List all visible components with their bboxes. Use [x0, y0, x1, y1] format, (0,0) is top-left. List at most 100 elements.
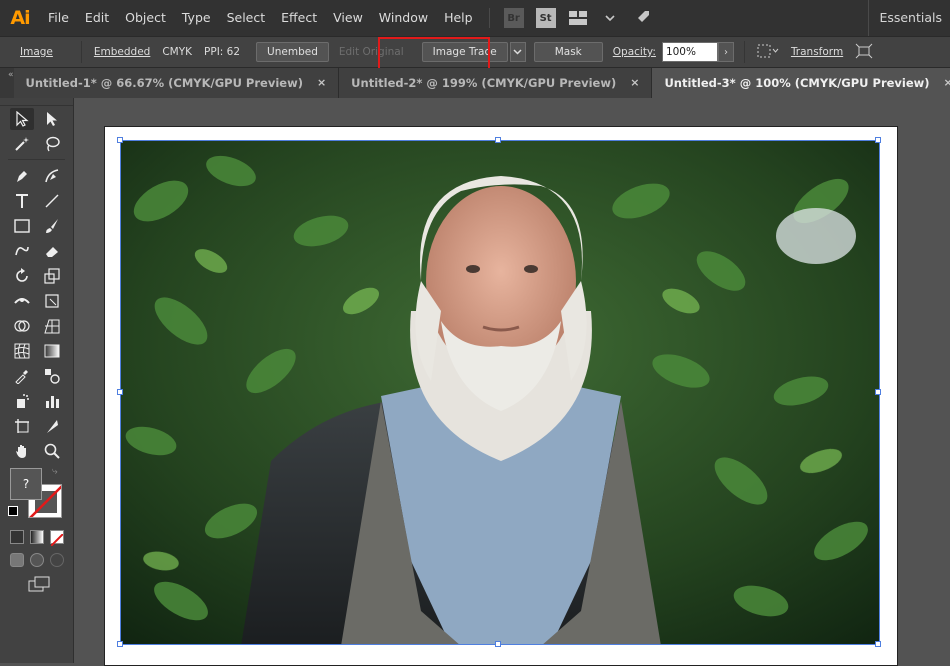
type-tool-icon[interactable] [10, 190, 34, 212]
object-type-label[interactable]: Image [0, 46, 59, 58]
blend-tool-icon[interactable] [40, 365, 64, 387]
menu-help[interactable]: Help [436, 0, 481, 36]
width-tool-icon[interactable] [10, 290, 34, 312]
document-tabs: « Untitled-1* @ 66.67% (CMYK/GPU Preview… [0, 68, 950, 98]
chevron-down-icon[interactable] [600, 8, 620, 28]
paintbrush-tool-icon[interactable] [40, 215, 64, 237]
app-logo: Ai [10, 7, 30, 29]
bounding-box-handle[interactable] [495, 641, 501, 647]
bounding-box-handle[interactable] [117, 641, 123, 647]
bounding-box-handle[interactable] [875, 641, 881, 647]
fill-stroke-control: ? ⤷ [8, 466, 68, 522]
gpu-performance-icon[interactable] [632, 8, 652, 28]
close-icon[interactable]: × [317, 68, 326, 98]
tab-label: Untitled-1* @ 66.67% (CMYK/GPU Preview) [25, 76, 303, 90]
none-icon[interactable] [50, 530, 64, 547]
line-segment-tool-icon[interactable] [40, 190, 64, 212]
color-icon[interactable] [10, 530, 24, 544]
column-graph-tool-icon[interactable] [40, 390, 64, 412]
shaper-tool-icon[interactable] [10, 240, 34, 262]
placed-image-portrait[interactable] [120, 140, 880, 645]
curvature-tool-icon[interactable] [40, 165, 64, 187]
unembed-button[interactable]: Unembed [256, 42, 329, 62]
magic-wand-tool-icon[interactable] [10, 133, 34, 155]
menu-select[interactable]: Select [219, 0, 274, 36]
canvas-area[interactable] [74, 98, 950, 666]
menu-view[interactable]: View [325, 0, 371, 36]
bounding-box-handle[interactable] [875, 389, 881, 395]
screen-mode-icon[interactable] [28, 576, 50, 596]
stock-icon[interactable]: St [535, 8, 556, 28]
bounding-box-handle[interactable] [117, 137, 123, 143]
tab-label: Untitled-2* @ 199% (CMYK/GPU Preview) [351, 76, 617, 90]
workspace-switcher[interactable]: Essentials [868, 0, 950, 36]
bounding-box-handle[interactable] [117, 389, 123, 395]
scale-tool-icon[interactable] [40, 265, 64, 287]
free-transform-tool-icon[interactable] [40, 290, 64, 312]
bounding-box-handle[interactable] [495, 137, 501, 143]
color-mode-row [10, 530, 64, 547]
menu-bar: Ai File Edit Object Type Select Effect V… [0, 0, 950, 36]
crop-frame-icon[interactable] [849, 43, 879, 62]
control-bar: Image Embedded CMYK PPI: 62 Unembed Edit… [0, 36, 950, 68]
tab-untitled-3[interactable]: Untitled-3* @ 100% (CMYK/GPU Preview) × [652, 68, 950, 98]
perspective-grid-tool-icon[interactable] [40, 315, 64, 337]
rectangle-tool-icon[interactable] [10, 215, 34, 237]
swap-fill-stroke-icon[interactable]: ⤷ [52, 466, 58, 477]
menu-file[interactable]: File [40, 0, 77, 36]
menu-effect[interactable]: Effect [273, 0, 325, 36]
opacity-input[interactable]: 100% [661, 42, 718, 62]
arrange-documents-icon[interactable] [568, 8, 588, 28]
direct-selection-tool-icon[interactable] [40, 108, 64, 130]
slice-tool-icon[interactable] [40, 415, 64, 437]
artboard-tool-icon[interactable] [10, 415, 34, 437]
hand-tool-icon[interactable] [10, 440, 34, 462]
embedded-label[interactable]: Embedded [88, 46, 156, 58]
mask-button[interactable]: Mask [533, 42, 603, 62]
tools-panel: ? ⤷ [0, 98, 74, 663]
menu-edit[interactable]: Edit [77, 0, 117, 36]
tab-untitled-1[interactable]: Untitled-1* @ 66.67% (CMYK/GPU Preview) … [13, 68, 340, 98]
eyedropper-tool-icon[interactable] [10, 365, 34, 387]
opacity-label[interactable]: Opacity: [607, 46, 662, 58]
draw-normal-icon[interactable] [10, 553, 24, 567]
draw-mode-row [10, 553, 64, 567]
default-fill-stroke-icon[interactable] [8, 506, 18, 516]
pen-tool-icon[interactable] [10, 165, 34, 187]
transform-link[interactable]: Transform [785, 46, 849, 58]
bridge-icon[interactable]: Br [503, 8, 524, 28]
rotate-tool-icon[interactable] [10, 265, 34, 287]
mesh-tool-icon[interactable] [10, 340, 34, 362]
gradient-icon[interactable] [30, 530, 44, 544]
portrait-photo [121, 141, 879, 644]
close-icon[interactable]: × [944, 68, 950, 98]
menu-window[interactable]: Window [371, 0, 436, 36]
align-select-icon[interactable] [751, 44, 785, 61]
menu-object[interactable]: Object [117, 0, 174, 36]
bounding-box-handle[interactable] [875, 137, 881, 143]
eraser-tool-icon[interactable] [40, 240, 64, 262]
shape-builder-tool-icon[interactable] [10, 315, 34, 337]
ppi-label: PPI: 62 [204, 46, 241, 58]
opacity-chevron-icon[interactable]: › [717, 42, 734, 62]
tools-grip[interactable] [0, 98, 73, 106]
draw-inside-icon[interactable] [50, 553, 64, 567]
tab-untitled-2[interactable]: Untitled-2* @ 199% (CMYK/GPU Preview) × [339, 68, 653, 98]
collapse-panels-icon[interactable]: « [0, 68, 14, 98]
gradient-tool-icon[interactable] [40, 340, 64, 362]
zoom-tool-icon[interactable] [40, 440, 64, 462]
image-trace-button[interactable]: Image Trace [421, 42, 508, 62]
draw-behind-icon[interactable] [30, 553, 44, 567]
color-mode-label: CMYK [162, 46, 193, 58]
tools-divider [8, 159, 65, 160]
close-icon[interactable]: × [630, 68, 639, 98]
menu-type[interactable]: Type [174, 0, 219, 36]
menu-divider [488, 8, 490, 28]
tab-label: Untitled-3* @ 100% (CMYK/GPU Preview) [664, 76, 930, 90]
image-trace-dropdown-icon[interactable] [509, 42, 526, 62]
control-divider [80, 41, 82, 63]
selection-tool-icon[interactable] [9, 107, 34, 130]
symbol-sprayer-tool-icon[interactable] [10, 390, 34, 412]
fill-swatch[interactable]: ? [10, 468, 42, 500]
lasso-tool-icon[interactable] [40, 133, 64, 155]
